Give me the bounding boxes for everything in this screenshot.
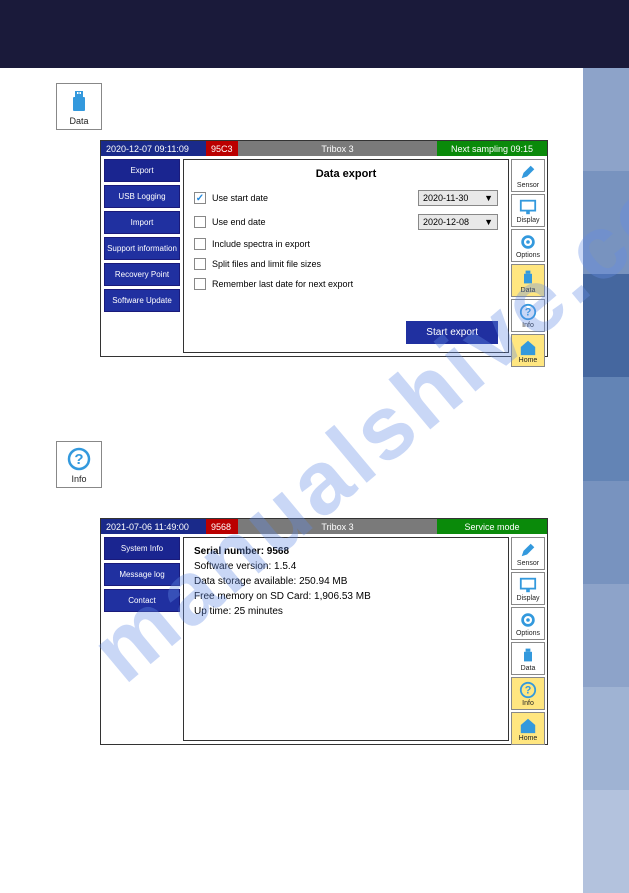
window-title: Tribox 3 [238, 141, 437, 156]
nav-data-label: Data [521, 665, 536, 672]
nav-home-label: Home [519, 357, 538, 364]
document-header-bar [0, 0, 629, 68]
nav-data-label: Data [521, 287, 536, 294]
question-icon: ? [518, 680, 538, 700]
nav-info-label: Info [522, 700, 534, 707]
system-info-panel: 2021-07-06 11:49:00 9568 Tribox 3 Servic… [100, 518, 548, 745]
right-icon-bar: Sensor Display Options Data ? Info Home [509, 534, 547, 744]
start-date-field[interactable]: 2020-11-30 ▼ [418, 190, 498, 206]
menu-system-info[interactable]: System Info [104, 537, 180, 560]
menu-export[interactable]: Export [104, 159, 180, 182]
nav-options-label: Options [516, 630, 540, 637]
timestamp: 2020-12-07 09:11:09 [101, 141, 206, 156]
menu-contact[interactable]: Contact [104, 589, 180, 612]
dropdown-arrow-icon: ▼ [484, 193, 493, 203]
dropdown-arrow-icon: ▼ [484, 217, 493, 227]
end-date-value: 2020-12-08 [423, 217, 469, 227]
nav-display-label: Display [517, 595, 540, 602]
nav-data[interactable]: Data [511, 642, 545, 675]
status-next-sampling: Next sampling 09:15 [437, 141, 547, 156]
timestamp: 2021-07-06 11:49:00 [101, 519, 206, 534]
checkbox-include-spectra[interactable] [194, 238, 206, 250]
pencil-icon [518, 162, 538, 182]
nav-options[interactable]: Options [511, 229, 545, 262]
serial-number: Serial number: 9568 [194, 546, 498, 557]
checkbox-split-files[interactable] [194, 258, 206, 270]
menu-usb-logging[interactable]: USB Logging [104, 185, 180, 208]
sd-free-memory: Free memory on SD Card: 1,906.53 MB [194, 591, 498, 602]
nav-home[interactable]: Home [511, 712, 545, 745]
checkbox-use-start-date[interactable] [194, 192, 206, 204]
pencil-icon [518, 540, 538, 560]
question-icon: ? [518, 302, 538, 322]
left-menu: Export USB Logging Import Support inform… [101, 156, 183, 356]
nav-display[interactable]: Display [511, 194, 545, 227]
title-bar: 2020-12-07 09:11:09 95C3 Tribox 3 Next s… [101, 141, 547, 156]
nav-info-label: Info [522, 322, 534, 329]
title-bar: 2021-07-06 11:49:00 9568 Tribox 3 Servic… [101, 519, 547, 534]
nav-sensor-label: Sensor [517, 560, 539, 567]
home-icon [518, 715, 538, 735]
monitor-icon [518, 197, 538, 217]
right-icon-bar: Sensor Display Options Data ?Info Home [509, 156, 547, 356]
label-use-start-date: Use start date [212, 193, 268, 203]
start-date-value: 2020-11-30 [423, 193, 468, 203]
checkbox-remember-date[interactable] [194, 278, 206, 290]
nav-data[interactable]: Data [511, 264, 545, 297]
window-title: Tribox 3 [238, 519, 437, 534]
main-title: Data export [194, 168, 498, 180]
device-code: 95C3 [206, 141, 238, 156]
main-area: Serial number: 9568 Software version: 1.… [183, 537, 509, 741]
label-include-spectra: Include spectra in export [212, 239, 310, 249]
status-service-mode: Service mode [437, 519, 547, 534]
nav-display-label: Display [517, 217, 540, 224]
main-area: Data export Use start date 2020-11-30 ▼ … [183, 159, 509, 353]
label-use-end-date: Use end date [212, 217, 266, 227]
nav-info[interactable]: ? Info [511, 299, 545, 332]
label-remember-date: Remember last date for next export [212, 279, 353, 289]
gear-icon [518, 610, 538, 630]
svg-text:?: ? [525, 685, 532, 697]
end-date-field[interactable]: 2020-12-08 ▼ [418, 214, 498, 230]
menu-support-info[interactable]: Support information [104, 237, 180, 260]
data-icon-label: Data [69, 116, 88, 126]
nav-home[interactable]: Home [511, 334, 545, 367]
nav-sensor-label: Sensor [517, 182, 539, 189]
data-section-icon: Data [56, 83, 102, 130]
data-storage: Data storage available: 250.94 MB [194, 576, 498, 587]
home-icon [518, 337, 538, 357]
svg-text:?: ? [525, 307, 532, 319]
menu-import[interactable]: Import [104, 211, 180, 234]
question-icon: ? [65, 445, 93, 473]
nav-sensor[interactable]: Sensor [511, 537, 545, 570]
left-menu: System Info Message log Contact [101, 534, 183, 744]
monitor-icon [518, 575, 538, 595]
menu-software-update[interactable]: Software Update [104, 289, 180, 312]
nav-display[interactable]: Display [511, 572, 545, 605]
gear-icon [518, 232, 538, 252]
data-export-panel: 2020-12-07 09:11:09 95C3 Tribox 3 Next s… [100, 140, 548, 357]
start-export-button[interactable]: Start export [406, 321, 498, 344]
uptime: Up time: 25 minutes [194, 606, 498, 617]
menu-message-log[interactable]: Message log [104, 563, 180, 586]
info-icon-label: Info [71, 474, 86, 484]
info-section-icon: ? Info [56, 441, 102, 488]
usb-icon [65, 87, 93, 115]
usb-icon [518, 645, 538, 665]
label-split-files: Split files and limit file sizes [212, 259, 321, 269]
usb-icon [518, 267, 538, 287]
nav-options-label: Options [516, 252, 540, 259]
svg-text:?: ? [74, 451, 83, 468]
device-code: 9568 [206, 519, 238, 534]
nav-sensor[interactable]: Sensor [511, 159, 545, 192]
nav-options[interactable]: Options [511, 607, 545, 640]
menu-recovery-point[interactable]: Recovery Point [104, 263, 180, 286]
software-version: Software version: 1.5.4 [194, 561, 498, 572]
nav-info[interactable]: ? Info [511, 677, 545, 710]
checkbox-use-end-date[interactable] [194, 216, 206, 228]
nav-home-label: Home [519, 735, 538, 742]
